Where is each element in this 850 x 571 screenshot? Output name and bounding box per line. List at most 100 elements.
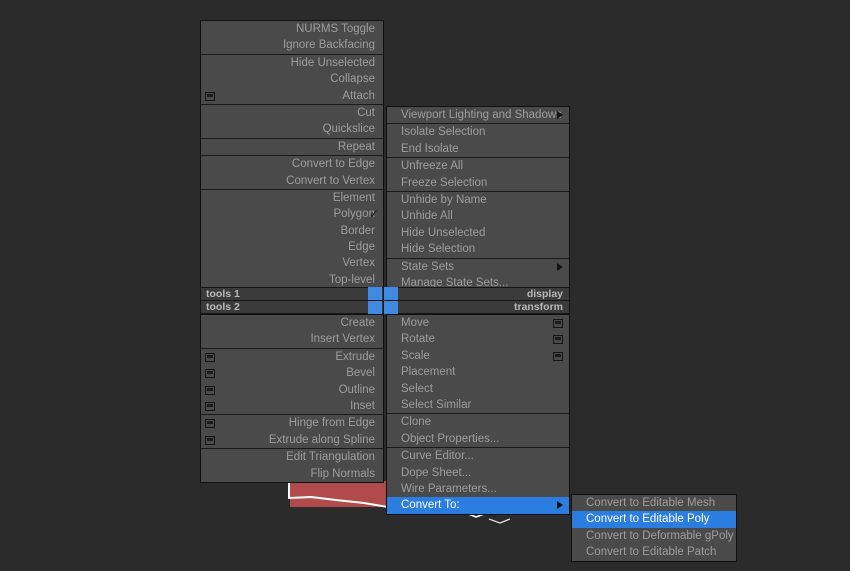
- menu-item-flip-normals[interactable]: Flip Normals: [201, 466, 383, 482]
- menu-item-scale[interactable]: Scale: [387, 348, 569, 364]
- menu-item-label: Unhide All: [401, 210, 453, 223]
- menu-item-create[interactable]: Create: [201, 315, 383, 331]
- menu-item-convert-to-vertex[interactable]: Convert to Vertex: [201, 173, 383, 189]
- menu-item-label: Flip Normals: [310, 467, 375, 480]
- menu-group: Edit Triangulation Flip Normals: [201, 449, 383, 482]
- menu-item-bevel[interactable]: Bevel: [201, 365, 383, 381]
- menu-item-label: Outline: [338, 383, 375, 396]
- menu-item-hide-unselected[interactable]: Hide Unselected: [201, 55, 383, 71]
- menu-item-convert-to[interactable]: Convert To:: [387, 497, 569, 514]
- menu-item-edge[interactable]: Edge: [201, 239, 383, 255]
- menu-item-label: Hinge from Edge: [288, 417, 375, 430]
- menu-item-label: Ignore Backfacing: [282, 39, 375, 52]
- settings-dialog-icon[interactable]: [205, 435, 215, 445]
- menu-group: Unhide by Name Unhide All Hide Unselected H…: [387, 192, 569, 259]
- menu-item-label: Rotate: [401, 333, 435, 346]
- settings-dialog-icon[interactable]: [553, 351, 563, 361]
- menu-item-border[interactable]: Border: [201, 223, 383, 239]
- menu-item-hinge-from-edge[interactable]: Hinge from Edge: [201, 415, 383, 431]
- menu-item-nurms-toggle[interactable]: NURMS Toggle: [201, 21, 383, 37]
- quad-center-swatch-br[interactable]: [384, 301, 398, 314]
- submenu-item-label: Convert to Editable Mesh: [586, 497, 716, 509]
- menu-item-move[interactable]: Move: [387, 315, 569, 331]
- settings-dialog-icon[interactable]: [553, 319, 563, 328]
- quad-display-menu[interactable]: Viewport Lighting and Shadows Isolate Sel…: [386, 106, 570, 293]
- settings-dialog-icon[interactable]: [205, 369, 215, 379]
- submenu-arrow-icon: [557, 111, 563, 120]
- menu-item-state-sets[interactable]: State Sets: [387, 259, 569, 275]
- menu-group: Extrude Bevel Outline Inset: [201, 349, 383, 416]
- quad-center-swatch-tl[interactable]: [368, 287, 382, 300]
- menu-item-extrude[interactable]: Extrude: [201, 349, 383, 365]
- menu-item-label: Quickslice: [322, 123, 375, 136]
- menu-item-unfreeze-all[interactable]: Unfreeze All: [387, 158, 569, 174]
- menu-item-dope-sheet[interactable]: Dope Sheet...: [387, 465, 569, 481]
- settings-dialog-icon[interactable]: [205, 401, 215, 411]
- menu-item-inset[interactable]: Inset: [201, 398, 383, 414]
- submenu-item-label: Convert to Editable Patch: [586, 546, 717, 559]
- menu-item-quickslice[interactable]: Quickslice: [201, 121, 383, 137]
- menu-item-wire-parameters[interactable]: Wire Parameters...: [387, 481, 569, 497]
- menu-item-label: Move: [401, 317, 430, 329]
- quad-tools1-menu[interactable]: NURMS Toggle Ignore Backfacing Hide Unsele…: [200, 20, 384, 290]
- menu-item-hide-unselected[interactable]: Hide Unselected: [387, 225, 569, 241]
- menu-item-label: Bevel: [346, 367, 375, 380]
- menu-item-freeze-selection[interactable]: Freeze Selection: [387, 175, 569, 191]
- menu-group: Repeat: [201, 139, 383, 157]
- submenu-item-convert-to-editable-poly[interactable]: Convert to Editable Poly: [572, 511, 736, 528]
- quad-center-swatch-bl[interactable]: [368, 301, 382, 314]
- settings-dialog-icon[interactable]: [205, 419, 215, 429]
- menu-item-label: Dope Sheet...: [401, 466, 472, 479]
- menu-item-object-properties[interactable]: Object Properties...: [387, 431, 569, 447]
- menu-item-rotate[interactable]: Rotate: [387, 331, 569, 347]
- quad-title-display: display: [386, 287, 570, 301]
- menu-item-unhide-all[interactable]: Unhide All: [387, 208, 569, 224]
- menu-item-end-isolate[interactable]: End Isolate: [387, 141, 569, 157]
- settings-dialog-icon[interactable]: [205, 352, 215, 362]
- menu-item-hide-selection[interactable]: Hide Selection: [387, 241, 569, 257]
- menu-item-label: Extrude: [335, 350, 375, 363]
- quad-center-swatch-tr[interactable]: [384, 287, 398, 300]
- menu-item-label: End Isolate: [401, 142, 459, 155]
- menu-item-isolate-selection[interactable]: Isolate Selection: [387, 124, 569, 140]
- menu-item-select[interactable]: Select: [387, 381, 569, 397]
- menu-item-label: Top-level: [328, 273, 375, 286]
- menu-item-curve-editor[interactable]: Curve Editor...: [387, 448, 569, 464]
- menu-item-extrude-along-spline[interactable]: Extrude along Spline: [201, 432, 383, 448]
- menu-item-label: Curve Editor...: [401, 450, 474, 463]
- quad-tools2-menu[interactable]: Create Insert Vertex Extrude Bevel Outline In…: [200, 314, 384, 483]
- menu-item-placement[interactable]: Placement: [387, 364, 569, 380]
- viewport-selected-face: [290, 481, 386, 507]
- menu-item-select-similar[interactable]: Select Similar: [387, 397, 569, 413]
- menu-item-repeat[interactable]: Repeat: [201, 139, 383, 155]
- settings-dialog-icon[interactable]: [553, 335, 563, 345]
- menu-item-cut[interactable]: Cut: [201, 105, 383, 121]
- menu-item-label: Convert To:: [401, 499, 460, 512]
- menu-item-insert-vertex[interactable]: Insert Vertex: [201, 331, 383, 347]
- submenu-item-convert-to-editable-patch[interactable]: Convert to Editable Patch: [572, 544, 736, 560]
- menu-item-collapse[interactable]: Collapse: [201, 71, 383, 87]
- menu-item-clone[interactable]: Clone: [387, 414, 569, 430]
- menu-item-outline[interactable]: Outline: [201, 382, 383, 398]
- menu-item-ignore-backfacing[interactable]: Ignore Backfacing: [201, 37, 383, 53]
- menu-group: Curve Editor... Dope Sheet... Wire Paramet…: [387, 448, 569, 514]
- menu-item-viewport-lighting-and-shadows[interactable]: Viewport Lighting and Shadows: [387, 107, 569, 123]
- convert-to-submenu[interactable]: Convert to Editable Mesh Convert to Edita…: [571, 494, 737, 562]
- menu-item-edit-triangulation[interactable]: Edit Triangulation: [201, 449, 383, 465]
- menu-item-attach[interactable]: Attach: [201, 88, 383, 104]
- quad-transform-menu[interactable]: Move Rotate Scale Placement Select Select Sim…: [386, 314, 570, 515]
- menu-item-polygon[interactable]: Polygon ✓: [201, 206, 383, 222]
- submenu-arrow-icon: [557, 262, 563, 271]
- menu-item-label: Placement: [401, 366, 456, 379]
- quad-menu-stage: NURMS Toggle Ignore Backfacing Hide Unsele…: [0, 0, 850, 571]
- menu-item-top-level[interactable]: Top-level: [201, 272, 383, 288]
- menu-item-vertex[interactable]: Vertex: [201, 255, 383, 271]
- submenu-item-convert-to-editable-mesh[interactable]: Convert to Editable Mesh: [572, 495, 736, 511]
- menu-item-unhide-by-name[interactable]: Unhide by Name: [387, 192, 569, 208]
- menu-item-label: Convert to Edge: [291, 158, 375, 171]
- settings-dialog-icon[interactable]: [205, 91, 215, 101]
- submenu-item-convert-to-deformable-gpoly[interactable]: Convert to Deformable gPoly: [572, 528, 736, 544]
- menu-item-convert-to-edge[interactable]: Convert to Edge: [201, 156, 383, 172]
- settings-dialog-icon[interactable]: [205, 385, 215, 395]
- menu-item-element[interactable]: Element: [201, 190, 383, 206]
